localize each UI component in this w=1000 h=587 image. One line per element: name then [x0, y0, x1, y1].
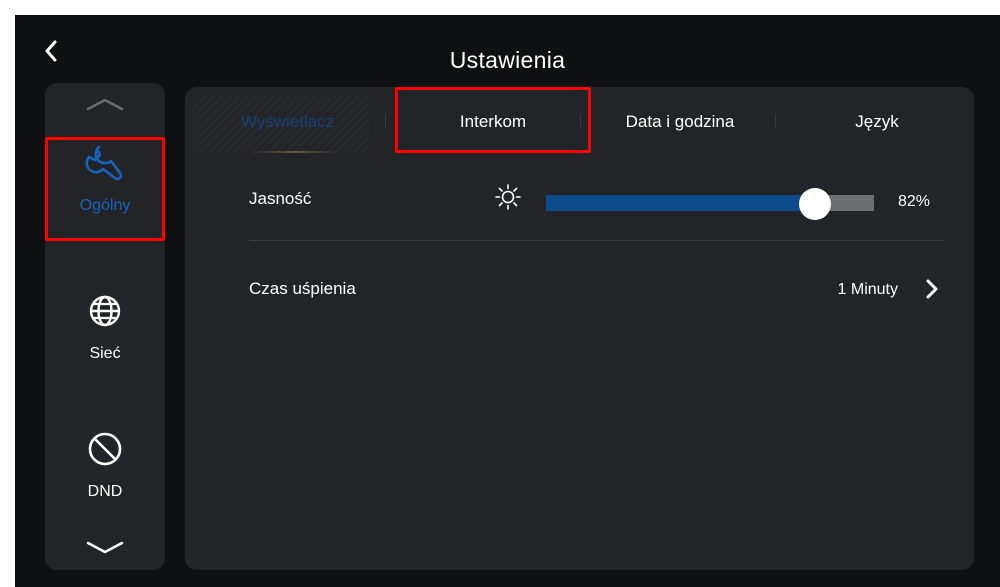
do-not-disturb-icon	[83, 427, 127, 471]
brightness-row: Jasność 82%	[249, 179, 944, 239]
sleep-time-value: 1 Minuty	[837, 281, 898, 298]
sidebar-item-network[interactable]: Sieć	[45, 289, 165, 389]
tab-language[interactable]: Język	[780, 87, 974, 157]
sidebar-item-general[interactable]: Ogólny	[45, 141, 165, 241]
globe-icon	[83, 289, 127, 333]
wrench-icon	[83, 141, 127, 185]
tab-intercom[interactable]: Interkom	[395, 87, 591, 157]
slider-fill	[546, 195, 815, 211]
sidebar-item-label: DND	[87, 483, 123, 500]
sleep-time-row[interactable]: Czas uśpienia 1 Minuty	[249, 273, 944, 313]
chevron-up-icon	[86, 98, 124, 111]
tab-separator	[385, 114, 386, 128]
brightness-value: 82%	[897, 193, 930, 210]
tab-label: Wyświetlacz	[240, 112, 335, 131]
page-title: Ustawienia	[449, 47, 566, 73]
tab-label: Interkom	[459, 112, 527, 131]
sidebar-item-dnd[interactable]: DND	[45, 427, 165, 527]
chevron-right-icon	[926, 279, 938, 299]
tab-label: Język	[855, 112, 899, 131]
tab-separator	[580, 114, 581, 128]
sidebar-item-label: Ogólny	[79, 197, 131, 214]
sidebar: Ogólny Sieć DND	[45, 83, 165, 570]
sidebar-scroll-up[interactable]	[45, 89, 165, 119]
divider	[249, 240, 944, 241]
brightness-label: Jasność	[249, 189, 312, 208]
brightness-slider[interactable]	[546, 188, 874, 220]
sleep-time-label: Czas uśpienia	[249, 279, 356, 298]
settings-screen: Ustawienia Ogólny Sieć DND Wyświetlacz I…	[15, 15, 1000, 587]
tab-date-time[interactable]: Data i godzina	[585, 87, 775, 157]
tab-bar: Wyświetlacz Interkom Data i godzina Języ…	[185, 87, 974, 157]
settings-panel: Wyświetlacz Interkom Data i godzina Języ…	[185, 87, 974, 570]
tab-display[interactable]: Wyświetlacz	[185, 87, 390, 157]
slider-thumb[interactable]	[798, 188, 831, 220]
chevron-down-icon	[86, 541, 124, 554]
tab-separator	[775, 114, 776, 128]
sidebar-item-label: Sieć	[89, 345, 121, 362]
tab-label: Data i godzina	[625, 112, 735, 131]
sidebar-scroll-down[interactable]	[45, 533, 165, 563]
sun-icon	[495, 184, 521, 210]
